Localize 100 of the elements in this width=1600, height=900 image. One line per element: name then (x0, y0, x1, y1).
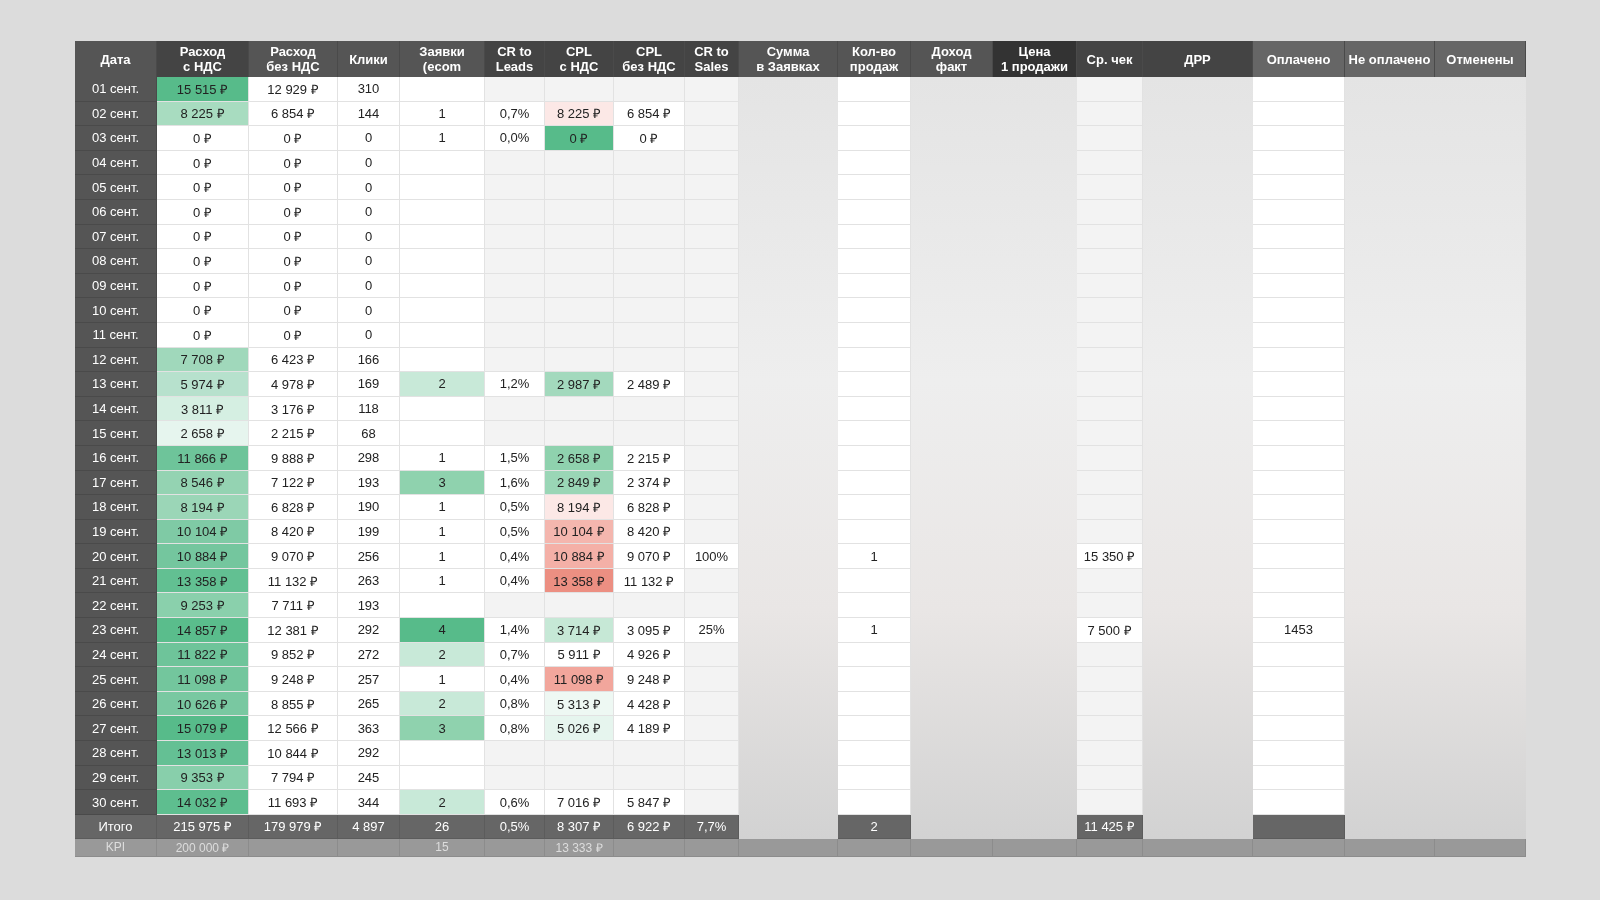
date-cell: 26 сент. (75, 691, 157, 717)
table-cell: 4 926 ₽ (614, 642, 685, 668)
date-cell: 06 сент. (75, 199, 157, 225)
table-cell: 7 711 ₽ (249, 593, 338, 619)
table-cell: 0,4% (485, 568, 545, 594)
total-cell: 26 (400, 814, 485, 839)
total-cell: 6 922 ₽ (614, 814, 685, 839)
date-cell: 09 сент. (75, 273, 157, 299)
table-cell: 4 189 ₽ (614, 716, 685, 742)
column-header[interactable]: Ср. чек (1077, 41, 1143, 77)
table-cell: 2 658 ₽ (545, 445, 614, 471)
date-cell: 30 сент. (75, 790, 157, 815)
table-cell: 166 (338, 347, 400, 373)
table-cell: 1,4% (485, 618, 545, 643)
table-cell: 0,4% (485, 667, 545, 692)
date-cell: 17 сент. (75, 470, 157, 496)
total-label: Итого (75, 814, 157, 839)
total-cell: 4 897 (338, 814, 400, 839)
table-cell: 0 ₽ (249, 150, 338, 176)
table-cell: 10 884 ₽ (545, 544, 614, 569)
table-cell: 1 (400, 568, 485, 594)
column-header[interactable]: Доход факт (911, 41, 993, 77)
table-cell: 0,4% (485, 544, 545, 569)
table-cell: 1 (400, 126, 485, 151)
column-header[interactable]: Сумма в Заявках (739, 41, 838, 77)
table-cell: 7 122 ₽ (249, 470, 338, 496)
column-header[interactable]: Оплачено (1253, 41, 1345, 77)
column-header[interactable]: Клики (338, 41, 400, 77)
table-cell: 11 822 ₽ (157, 642, 249, 668)
table-cell: 5 026 ₽ (545, 716, 614, 742)
column-header[interactable]: ДРР (1143, 41, 1253, 77)
table-cell: 1 (400, 519, 485, 545)
date-cell: 13 сент. (75, 372, 157, 397)
table-cell: 0 ₽ (157, 298, 249, 323)
table-cell: 344 (338, 790, 400, 815)
date-cell: 19 сент. (75, 519, 157, 545)
table-cell: 3 811 ₽ (157, 396, 249, 422)
table-cell: 8 546 ₽ (157, 470, 249, 496)
table-cell: 8 194 ₽ (545, 495, 614, 520)
table-cell: 0 ₽ (249, 199, 338, 225)
table-cell: 0 ₽ (249, 273, 338, 299)
table-cell: 9 888 ₽ (249, 445, 338, 471)
table-cell: 11 098 ₽ (157, 667, 249, 692)
total-cell: 8 307 ₽ (545, 814, 614, 839)
column-header[interactable]: CPL без НДС (614, 41, 685, 77)
table-cell: 0 ₽ (249, 322, 338, 348)
table-cell: 13 013 ₽ (157, 741, 249, 766)
table-cell: 256 (338, 544, 400, 569)
date-cell: 12 сент. (75, 347, 157, 373)
table-cell: 298 (338, 445, 400, 471)
column-header[interactable]: Заявки (ecom (400, 41, 485, 77)
column-header[interactable]: Отменены (1435, 41, 1526, 77)
table-cell: 6 423 ₽ (249, 347, 338, 373)
column-header[interactable]: CPL с НДС (545, 41, 614, 77)
column-header[interactable]: Не оплачено (1345, 41, 1435, 77)
table-cell: 0 (338, 249, 400, 274)
table-cell: 11 132 ₽ (249, 568, 338, 594)
table-cell: 15 515 ₽ (157, 77, 249, 102)
table-cell: 310 (338, 77, 400, 102)
empty-cell (1077, 642, 1143, 668)
table-cell: 4 428 ₽ (614, 691, 685, 717)
column-header[interactable]: CR to Sales (685, 41, 739, 77)
table-cell: 0 ₽ (249, 126, 338, 151)
table-cell: 199 (338, 519, 400, 545)
table-cell: 292 (338, 741, 400, 766)
column-header[interactable]: Дата (75, 41, 157, 77)
column-header[interactable]: Кол-во продаж (838, 41, 911, 77)
table-cell: 0,5% (485, 519, 545, 545)
table-cell: 0 ₽ (157, 126, 249, 151)
table-cell: 10 844 ₽ (249, 741, 338, 766)
table-cell: 9 852 ₽ (249, 642, 338, 668)
table-cell: 1,6% (485, 470, 545, 496)
table-cell: 265 (338, 691, 400, 717)
table-cell: 2 (400, 790, 485, 815)
table-cell: 0 ₽ (249, 224, 338, 250)
table-cell: 2 (400, 372, 485, 397)
table-cell: 4 978 ₽ (249, 372, 338, 397)
table-cell: 8 420 ₽ (249, 519, 338, 545)
empty-cell (1077, 716, 1143, 742)
column-header[interactable]: CR to Leads (485, 41, 545, 77)
date-cell: 08 сент. (75, 249, 157, 274)
table-cell: 25% (685, 618, 739, 643)
table-cell: 190 (338, 495, 400, 520)
column-header[interactable]: Цена 1 продажи (993, 41, 1077, 77)
empty-cell (1077, 765, 1143, 791)
column-header[interactable]: Расход без НДС (249, 41, 338, 77)
table-cell: 144 (338, 101, 400, 127)
table-cell: 2 987 ₽ (545, 372, 614, 397)
table-cell: 0 ₽ (157, 150, 249, 176)
table-cell: 272 (338, 642, 400, 668)
table-cell: 6 854 ₽ (249, 101, 338, 127)
table-cell: 11 098 ₽ (545, 667, 614, 692)
date-cell: 29 сент. (75, 765, 157, 791)
table-cell: 8 225 ₽ (157, 101, 249, 127)
table-cell: 292 (338, 618, 400, 643)
date-cell: 24 сент. (75, 642, 157, 668)
table-cell: 9 248 ₽ (249, 667, 338, 692)
date-cell: 18 сент. (75, 495, 157, 520)
table-cell: 2 489 ₽ (614, 372, 685, 397)
column-header[interactable]: Расход с НДС (157, 41, 249, 77)
